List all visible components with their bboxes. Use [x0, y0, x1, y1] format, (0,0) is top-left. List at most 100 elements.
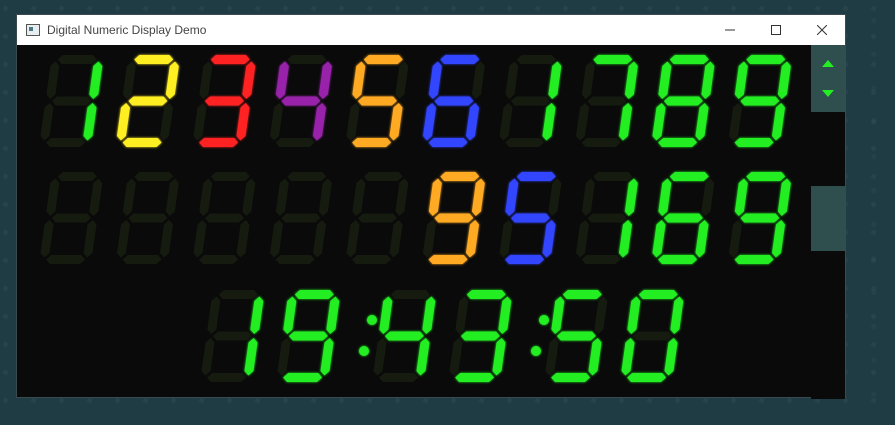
display-area	[17, 45, 845, 399]
row-1-digit-2-segment-b	[242, 61, 256, 99]
row-2-digit-2	[193, 172, 256, 264]
clock-digit-1-segment-g	[288, 331, 328, 341]
scroll-buttons	[811, 45, 845, 112]
row-2-digit-4-segment-b	[395, 178, 409, 216]
clock-digit-7-segment-c	[664, 338, 678, 376]
row-1-digit-7-segment-g	[587, 96, 627, 106]
scroll-down-arrow-icon[interactable]	[811, 79, 845, 109]
row-2-digit-7-segment-a	[593, 172, 633, 181]
row-1-digit-0-segment-f	[46, 61, 60, 99]
clock-digit-0	[201, 290, 264, 382]
row-2-digit-9-segment-a	[746, 172, 786, 181]
row-1-digit-0-segment-e	[40, 103, 54, 141]
row-2-digit-8	[652, 172, 715, 264]
row-1-digit-1-segment-a	[134, 55, 174, 64]
row-1-digit-0-segment-c	[83, 103, 97, 141]
clock-digit-4-segment-e	[449, 338, 463, 376]
row-1-digit-0-segment-g	[51, 96, 91, 106]
clock-digit-7-segment-e	[621, 338, 635, 376]
row-2-digit-6-segment-f	[505, 178, 519, 216]
row-2-digit-0	[40, 172, 103, 264]
row-1-digit-3-segment-b	[318, 61, 332, 99]
row-2-digit-6-segment-d	[505, 255, 545, 264]
clock-digit-6-segment-b	[594, 296, 608, 334]
row-1-digit-5-segment-g	[434, 96, 474, 106]
row-2-digit-0-segment-f	[46, 178, 60, 216]
clock-digit-6-segment-a	[562, 290, 602, 299]
row-2-digit-6	[499, 172, 562, 264]
scrollbar-thumb[interactable]	[811, 186, 845, 251]
row-1-digit-6-segment-c	[542, 103, 556, 141]
clock-digit-1	[277, 290, 340, 382]
clock-digit-4-segment-f	[455, 296, 469, 334]
row-2-digit-4-segment-e	[346, 220, 360, 258]
row-1-digit-2-segment-c	[236, 103, 250, 141]
row-2-digit-1-segment-g	[128, 213, 168, 223]
minimize-button[interactable]	[707, 15, 753, 45]
row-2-digit-6-segment-e	[499, 220, 513, 258]
clock-digit-7	[621, 290, 684, 382]
row-1-digit-6	[499, 55, 562, 147]
row-1-digit-9	[729, 55, 791, 147]
row-2-digit-0-segment-c	[83, 220, 97, 258]
clock-digit-0-segment-b	[250, 296, 264, 334]
row-2-digit-6-segment-g	[510, 213, 550, 223]
row-1-digit-1-segment-g	[128, 96, 168, 106]
row-2-digit-8-segment-d	[658, 255, 698, 264]
row-2-digit-3-segment-f	[275, 178, 289, 216]
clock-digit-6	[545, 290, 608, 382]
seven-segment-display	[40, 55, 791, 382]
scroll-up-arrow-icon[interactable]	[811, 49, 845, 79]
row-2-digit-2-segment-f	[199, 178, 213, 216]
row-2-digit-2-segment-e	[193, 220, 207, 258]
row-2-digit-8-segment-e	[652, 220, 666, 258]
row-1-digit-4	[346, 55, 409, 147]
row-1-digit-6-segment-a	[516, 55, 556, 64]
row-2-digit-5-segment-c	[466, 220, 479, 258]
row-2-digit-0-segment-d	[46, 255, 86, 264]
row-1-digit-7-segment-c	[619, 103, 632, 141]
clock-digit-4-segment-c	[492, 338, 506, 376]
row-2-digit-3-segment-c	[313, 220, 326, 258]
close-button[interactable]	[799, 15, 845, 45]
clock-digit-4-segment-a	[466, 290, 506, 299]
clock-digit-4	[449, 290, 512, 382]
row-1-digit-7	[576, 55, 638, 147]
clock-digit-1-segment-c	[320, 338, 334, 376]
row-1-digit-3-segment-a	[287, 55, 327, 64]
row-1-digit-0	[40, 55, 103, 147]
clock-digit-1-segment-f	[283, 296, 297, 334]
row-2-digit-7-segment-g	[587, 213, 627, 223]
row-2-digit-7	[576, 172, 638, 264]
row-2-digit-9-segment-e	[729, 220, 742, 258]
clock-digit-3-segment-b	[422, 296, 436, 334]
row-1-digit-8-segment-f	[658, 61, 672, 99]
clock-digit-3-segment-e	[373, 338, 387, 376]
row-1-digit-8-segment-c	[695, 103, 709, 141]
row-1-digit-0-segment-d	[46, 138, 86, 147]
row-2-digit-7-segment-c	[619, 220, 632, 258]
row-1-digit-8-segment-g	[663, 96, 703, 106]
clock-digit-0-segment-c	[244, 338, 258, 376]
clock-digit-3-segment-c	[416, 338, 430, 376]
row-1-digit-8	[652, 55, 715, 147]
row-2-digit-7-segment-f	[581, 178, 595, 216]
row-2-digit-3-segment-e	[270, 220, 283, 258]
maximize-icon	[771, 25, 781, 35]
vertical-scrollbar[interactable]	[811, 45, 845, 399]
clock-digit-6-segment-c	[588, 338, 602, 376]
row-1-digit-4-segment-g	[357, 96, 397, 106]
clock-digit-1-segment-d	[283, 373, 323, 382]
row-2-digit-8-segment-c	[695, 220, 709, 258]
row-1-digit-3-segment-e	[270, 103, 283, 141]
row-1-digit-2-segment-d	[199, 138, 239, 147]
row-1-digit-4-segment-f	[352, 61, 366, 99]
row-2-digit-2-segment-g	[204, 213, 244, 223]
title-bar[interactable]: Digital Numeric Display Demo	[17, 15, 845, 45]
row-1-digit-3-segment-f	[275, 61, 289, 99]
window-title: Digital Numeric Display Demo	[47, 23, 207, 37]
row-2-digit-2-segment-d	[199, 255, 239, 264]
maximize-button[interactable]	[753, 15, 799, 45]
row-1-digit-2	[193, 55, 256, 147]
row-2-digit-4	[346, 172, 409, 264]
